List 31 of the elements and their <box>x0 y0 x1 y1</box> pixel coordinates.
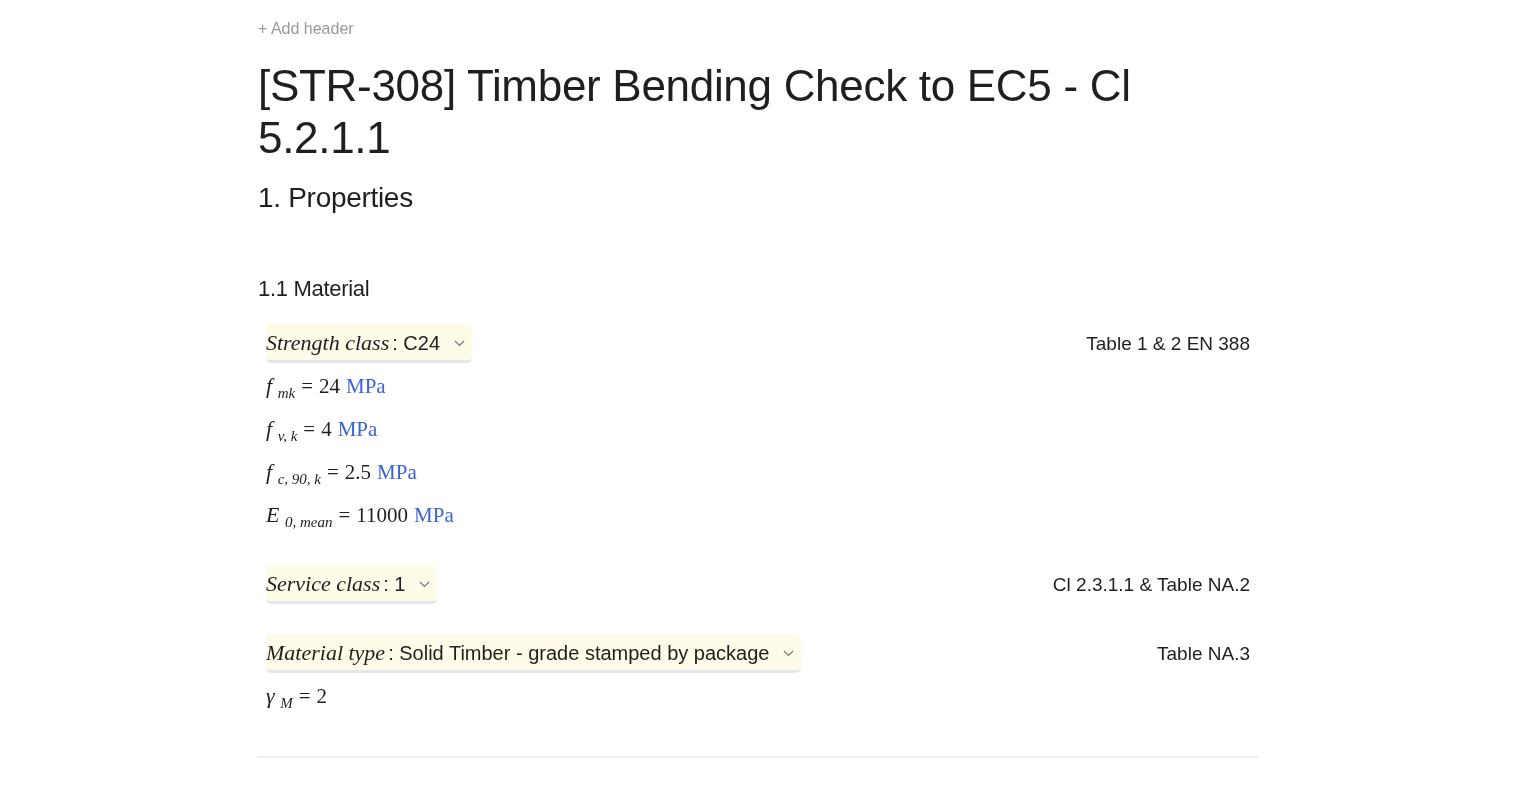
reference-text: Table NA.3 <box>1157 642 1250 665</box>
formula-value: 11000 <box>356 503 409 528</box>
subsection-heading: 1.1 Material <box>258 276 371 302</box>
equals-sign: = <box>303 417 316 442</box>
select-dropdown[interactable]: Material type: Solid Timber - grade stamped by package <box>266 634 802 673</box>
chevron-down-icon <box>783 649 795 657</box>
section-heading: 1. Properties <box>258 182 414 214</box>
unit-label: MPa <box>337 417 378 442</box>
equals-sign: = <box>301 374 313 399</box>
formula-symbol: γ $_{M}$ <box>266 683 293 713</box>
equals-sign: = <box>298 684 311 709</box>
formula-symbol: f $_{mk}$ <box>266 373 296 403</box>
select-dropdown[interactable]: Strength class: C24 <box>266 324 473 363</box>
equals-sign: = <box>338 503 351 528</box>
unit-label: MPa <box>414 503 454 528</box>
unit-label: MPa <box>345 374 386 399</box>
reference-text: Table 1 & 2 EN 388 <box>1086 332 1250 355</box>
reference-text: Cl 2.3.1.1 & Table NA.2 <box>1052 573 1250 596</box>
formula-value: 2 <box>316 684 327 709</box>
formula-symbol: f $_{c, 90, k}$ <box>266 459 321 489</box>
chevron-down-icon <box>454 339 466 347</box>
unit-label: MPa <box>377 460 417 485</box>
chevron-down-icon <box>419 580 431 588</box>
formula-symbol: f $_{v, k}$ <box>266 416 298 446</box>
formula-value: 24 <box>318 374 340 399</box>
select-dropdown[interactable]: Service class: 1 <box>266 565 438 604</box>
formula-symbol: E $_{0, mean}$ <box>266 502 333 532</box>
formula-value: 4 <box>321 417 332 442</box>
formula-value: 2.5 <box>344 460 372 485</box>
equals-sign: = <box>326 460 339 485</box>
page-title: [STR-308] Timber Bending Check to EC5 - Cl 5.2.1.1 <box>258 60 1132 164</box>
